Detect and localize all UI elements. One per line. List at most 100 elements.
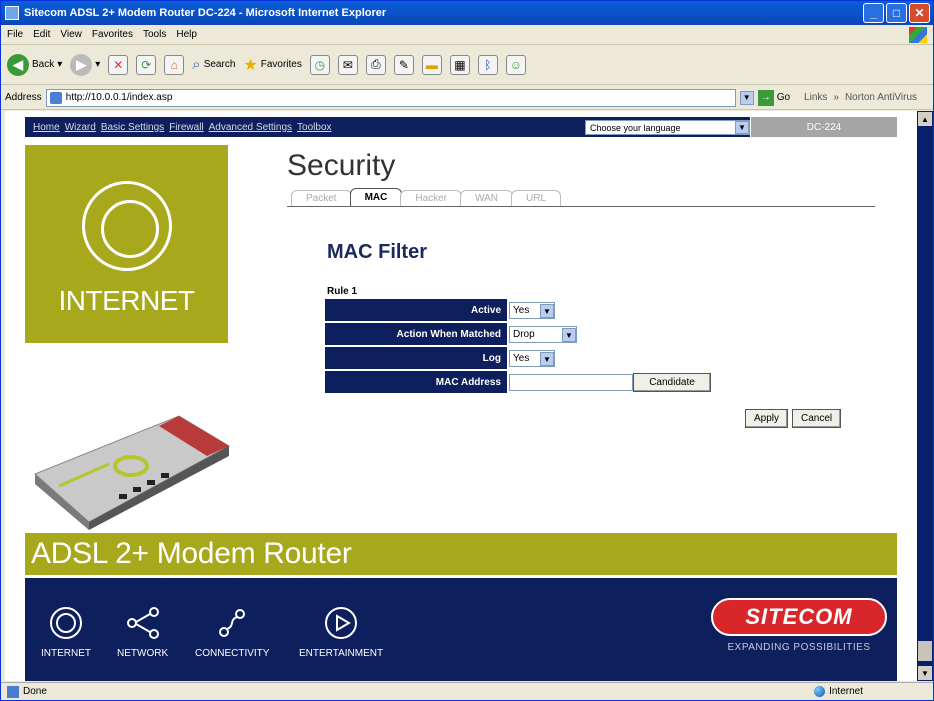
- minimize-button[interactable]: _: [863, 3, 884, 23]
- page-content: Home Wizard Basic Settings Firewall Adva…: [5, 111, 917, 681]
- mac-address-input[interactable]: [509, 374, 633, 391]
- footer-entertainment-label: ENTERTAINMENT: [299, 648, 384, 659]
- window-title: Sitecom ADSL 2+ Modem Router DC-224 - Mi…: [24, 7, 387, 19]
- maximize-button[interactable]: □: [886, 3, 907, 23]
- home-icon[interactable]: ⌂: [164, 54, 185, 75]
- chevron-down-icon: ▼: [735, 121, 749, 134]
- address-bar: Address http://10.0.0.1/index.asp ▼ → Go…: [1, 86, 933, 110]
- refresh-icon[interactable]: ⟳: [136, 54, 157, 75]
- menu-bar: File Edit View Favorites Tools Help: [1, 25, 933, 45]
- tab-url[interactable]: URL: [511, 190, 562, 206]
- scroll-up-icon[interactable]: ▲: [918, 112, 932, 126]
- internet-icon: [50, 607, 82, 639]
- log-label: Log: [325, 347, 507, 370]
- chevron-down-icon: ▼: [540, 304, 554, 318]
- menu-edit[interactable]: Edit: [33, 29, 50, 40]
- apply-button[interactable]: Apply: [745, 409, 789, 428]
- scroll-down-icon[interactable]: ▼: [918, 666, 932, 680]
- status-text: Done: [23, 686, 47, 697]
- toolbar: ◀ Back ▾ ▶ ▾ ✕ ⟳ ⌂ ⌕ Search ★ Favorites …: [1, 45, 933, 85]
- sitecom-brand: SITECOM EXPANDING POSSIBILITIES: [711, 598, 887, 653]
- menu-file[interactable]: File: [7, 29, 23, 40]
- language-select[interactable]: Choose your language ▼: [585, 120, 750, 135]
- section-title: Security: [287, 149, 396, 182]
- forward-button[interactable]: ▶ ▾: [70, 53, 100, 76]
- page-icon: [49, 91, 62, 104]
- address-url: http://10.0.0.1/index.asp: [65, 92, 173, 103]
- vertical-scrollbar[interactable]: ▲ ▼: [917, 111, 933, 681]
- footer-internet[interactable]: INTERNET: [41, 606, 91, 659]
- zone-label: Internet: [829, 686, 863, 697]
- research-icon[interactable]: ▦: [449, 54, 470, 75]
- bluetooth-icon[interactable]: ᛒ: [477, 54, 498, 75]
- nav-toolbox[interactable]: Toolbox: [297, 122, 331, 133]
- action-value: Drop: [513, 329, 535, 340]
- cancel-button[interactable]: Cancel: [792, 409, 842, 428]
- active-select[interactable]: Yes ▼: [509, 302, 555, 319]
- menu-favorites[interactable]: Favorites: [92, 29, 133, 40]
- footer-network[interactable]: NETWORK: [117, 606, 168, 659]
- menu-view[interactable]: View: [60, 29, 82, 40]
- edit-icon[interactable]: ✎: [393, 54, 414, 75]
- address-dropdown-icon[interactable]: ▼: [739, 90, 754, 105]
- nav-wizard[interactable]: Wizard: [65, 122, 96, 133]
- form-row-action: Action When Matched Drop ▼: [325, 323, 717, 347]
- stop-icon[interactable]: ✕: [108, 54, 129, 75]
- tab-packet[interactable]: Packet: [291, 190, 352, 206]
- favorites-label: Favorites: [260, 59, 302, 70]
- print-icon[interactable]: ⎙: [365, 54, 386, 75]
- footer-entertainment[interactable]: ENTERTAINMENT: [299, 606, 383, 659]
- footer: INTERNET NETWORK CONNECTIVITY ENTERTAINM…: [25, 578, 897, 681]
- network-icon: [126, 607, 159, 639]
- windows-logo-icon: [909, 27, 927, 43]
- go-arrow-icon: →: [757, 89, 774, 106]
- action-select[interactable]: Drop ▼: [509, 326, 577, 343]
- nav-advanced-settings[interactable]: Advanced Settings: [209, 122, 292, 133]
- menu-help[interactable]: Help: [176, 29, 197, 40]
- history-icon[interactable]: ◷: [309, 54, 330, 75]
- footer-connectivity[interactable]: CONNECTIVITY: [195, 606, 269, 659]
- folder-icon[interactable]: ▬: [421, 54, 442, 75]
- forward-arrow-icon: ▶: [70, 53, 93, 76]
- tab-mac[interactable]: MAC: [349, 188, 403, 206]
- links-bar[interactable]: Links » Norton AntiVirus: [804, 92, 917, 103]
- mail-icon[interactable]: ✉: [337, 54, 358, 75]
- back-button[interactable]: ◀ Back ▾: [7, 53, 62, 76]
- nav-basic-settings[interactable]: Basic Settings: [101, 122, 164, 133]
- model-badge: DC-224: [751, 117, 897, 137]
- router-image: [34, 415, 231, 530]
- menu-tools[interactable]: Tools: [143, 29, 166, 40]
- address-input[interactable]: http://10.0.0.1/index.asp: [45, 88, 736, 107]
- rule-label: Rule 1: [327, 286, 358, 297]
- tab-hacker[interactable]: Hacker: [400, 190, 463, 206]
- security-zone: Internet: [814, 686, 863, 697]
- log-select[interactable]: Yes ▼: [509, 350, 555, 367]
- norton-label: Norton AntiVirus: [844, 92, 918, 103]
- security-tabs: Packet MAC Hacker WAN URL: [287, 188, 875, 207]
- scroll-thumb[interactable]: [918, 641, 932, 661]
- address-label: Address: [5, 92, 42, 103]
- chevron-down-icon: ▼: [540, 352, 554, 366]
- chevron-right-icon: »: [833, 92, 839, 103]
- page-done-icon: [7, 685, 19, 698]
- search-label: Search: [203, 59, 236, 70]
- close-button[interactable]: ✕: [909, 3, 930, 23]
- tab-wan[interactable]: WAN: [460, 190, 514, 206]
- favorites-button[interactable]: ★ Favorites: [243, 55, 301, 75]
- search-button[interactable]: ⌕ Search: [192, 56, 235, 73]
- nav-firewall[interactable]: Firewall: [169, 122, 203, 133]
- ie-icon: [5, 6, 19, 20]
- candidate-button[interactable]: Candidate: [633, 373, 711, 392]
- go-button[interactable]: → Go: [757, 89, 791, 106]
- play-icon: [325, 607, 358, 639]
- go-label: Go: [776, 92, 791, 103]
- page-heading: MAC Filter: [327, 241, 427, 263]
- links-label: Links: [804, 92, 828, 103]
- form-row-mac: MAC Address Candidate: [325, 371, 717, 395]
- connectivity-icon: [219, 609, 246, 637]
- brand-slogan: EXPANDING POSSIBILITIES: [727, 642, 871, 653]
- globe-icon: [814, 686, 826, 697]
- nav-home[interactable]: Home: [33, 122, 60, 133]
- messenger-icon[interactable]: ☺: [505, 54, 526, 75]
- browser-window: Sitecom ADSL 2+ Modem Router DC-224 - Mi…: [0, 0, 934, 701]
